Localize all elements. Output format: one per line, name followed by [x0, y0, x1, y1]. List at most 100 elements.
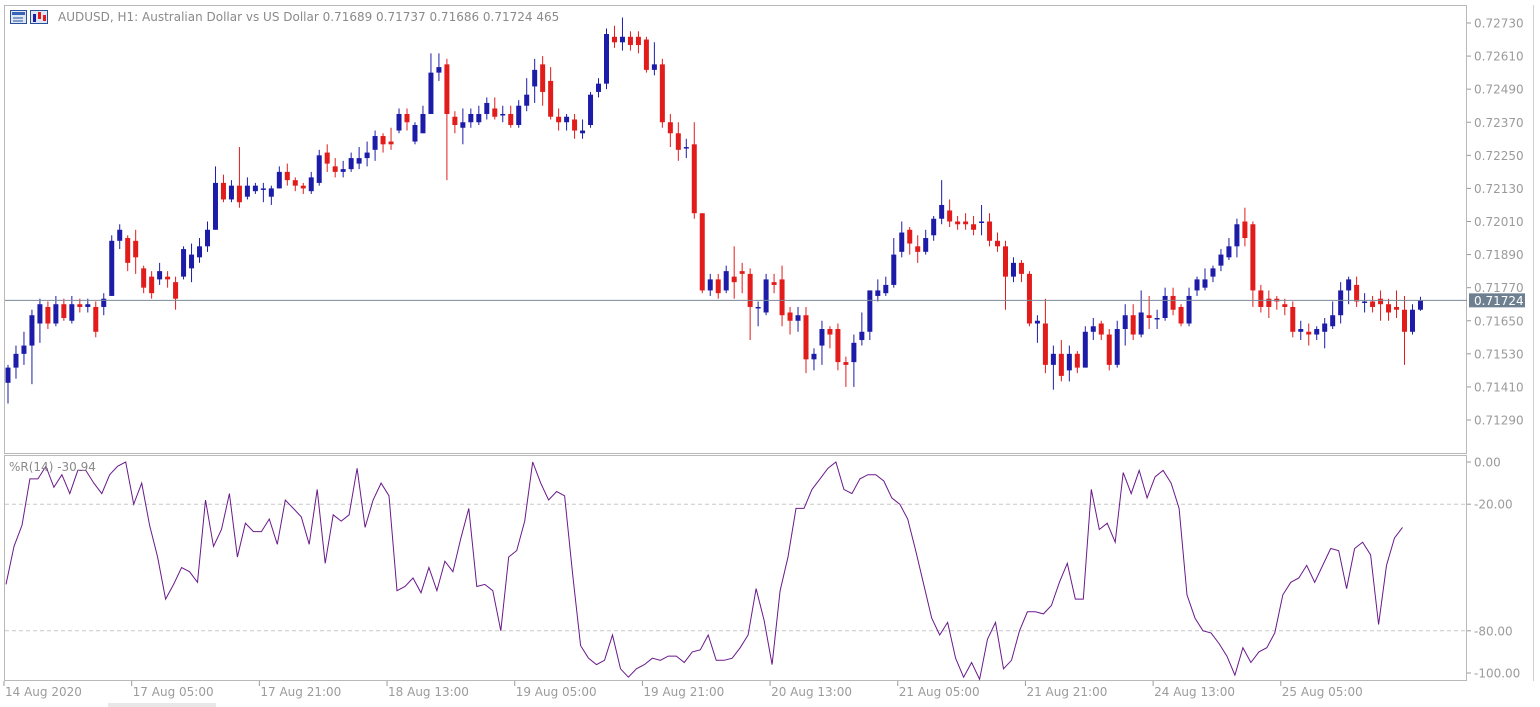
bear-candle-body: [731, 276, 737, 283]
bull-candle-body: [1202, 279, 1208, 288]
bear-candle-body: [963, 221, 969, 225]
bull-candle-body: [244, 185, 250, 197]
time-axis-label: 19 Aug 21:00: [643, 685, 724, 699]
bull-candle-body: [29, 315, 35, 346]
bull-candle-body: [979, 221, 985, 223]
chart-settings-icon[interactable]: [30, 10, 48, 24]
bear-candle-body: [627, 36, 633, 46]
bull-candle-body: [53, 304, 59, 324]
time-axis-label: 19 Aug 05:00: [516, 685, 597, 699]
bull-candle-body: [851, 342, 857, 363]
bear-candle-body: [787, 312, 793, 321]
bear-candle-body: [995, 240, 1001, 247]
bull-candle-body: [316, 155, 322, 183]
bear-candle-body: [1074, 353, 1080, 368]
bull-candle-body: [867, 290, 873, 332]
bear-candle-body: [1394, 306, 1400, 310]
bull-candle-body: [468, 113, 474, 123]
bull-candle-body: [619, 36, 625, 43]
bull-candle-body: [420, 113, 426, 134]
bear-candle-body: [611, 36, 617, 43]
price-axis-label: 0.72250: [1474, 149, 1524, 163]
bear-candle-body: [1098, 323, 1104, 335]
bear-candle-body: [292, 180, 298, 186]
bull-candle-body: [524, 94, 530, 106]
bull-candle-body: [268, 188, 274, 197]
bull-candle-body: [1066, 353, 1072, 371]
bull-candle-body: [707, 279, 713, 291]
bear-candle-body: [1146, 315, 1152, 318]
horizontal-scrollbar-thumb[interactable]: [108, 703, 216, 707]
price-axis-label: 0.71290: [1474, 414, 1524, 428]
bear-candle-body: [332, 166, 338, 172]
bull-candle-body: [931, 218, 937, 236]
bear-candle-body: [572, 119, 578, 131]
bear-candle-body: [125, 238, 131, 263]
price-axis-label: 0.71890: [1474, 248, 1524, 262]
bull-candle-body: [1154, 317, 1160, 320]
bull-candle-body: [372, 136, 378, 150]
price-axis-label: 0.72730: [1474, 17, 1524, 31]
bull-candle-body: [939, 204, 945, 219]
bear-candle-body: [492, 108, 498, 117]
bear-candle-body: [739, 271, 745, 274]
bear-candle-body: [1290, 306, 1296, 332]
bull-candle-body: [596, 83, 602, 92]
bull-candle-body: [588, 94, 594, 126]
bear-candle-body: [1026, 273, 1032, 324]
bear-candle-body: [1003, 246, 1008, 277]
price-axis-label: 0.72490: [1474, 83, 1524, 97]
bear-candle-body: [1306, 331, 1312, 335]
indicator-axis-label: -100.00: [1474, 667, 1520, 681]
time-axis-label: 20 Aug 13:00: [771, 685, 852, 699]
bull-candle-body: [1114, 329, 1120, 365]
time-axis-label: 14 Aug 2020: [5, 685, 82, 699]
bear-candle-body: [45, 306, 51, 324]
bear-candle-body: [1242, 221, 1248, 239]
bear-candle-body: [1178, 306, 1184, 324]
bear-candle-body: [77, 304, 83, 307]
bull-candle-body: [1226, 246, 1232, 258]
bear-candle-body: [1282, 304, 1288, 307]
bull-candle-body: [923, 238, 929, 252]
bear-candle-body: [803, 315, 809, 360]
bull-candle-body: [1010, 262, 1016, 277]
bear-candle-body: [771, 282, 777, 285]
bull-candle-body: [1138, 312, 1144, 335]
bear-candle-body: [236, 185, 242, 203]
chart-header: AUDUSD, H1: Australian Dollar vs US Doll…: [10, 10, 559, 24]
bear-candle-body: [380, 136, 386, 145]
chart-window-icon[interactable]: [10, 10, 27, 24]
last-price-label: 0.71724: [1474, 294, 1524, 308]
bear-candle-body: [1370, 301, 1376, 307]
bull-candle-body: [252, 185, 258, 192]
bull-candle-body: [899, 232, 905, 252]
bull-candle-body: [651, 64, 657, 70]
bull-candle-body: [1322, 323, 1328, 332]
bear-candle-body: [284, 171, 290, 181]
bear-candle-body: [971, 224, 977, 230]
bull-candle-body: [1409, 309, 1415, 332]
bull-candle-body: [1417, 300, 1423, 310]
bull-candle-body: [532, 69, 538, 87]
time-axis-label: 25 Aug 05:00: [1282, 685, 1363, 699]
bull-candle-body: [891, 254, 897, 285]
bear-candle-body: [1042, 323, 1048, 365]
bull-candle-body: [428, 72, 434, 114]
bear-candle-body: [667, 122, 673, 134]
bear-candle-body: [556, 116, 562, 123]
time-axis-label: 21 Aug 21:00: [1026, 685, 1107, 699]
bear-candle-body: [149, 276, 155, 294]
bear-candle-body: [452, 116, 458, 126]
time-axis-label: 21 Aug 05:00: [899, 685, 980, 699]
bear-candle-body: [1258, 290, 1264, 307]
bear-candle-body: [1354, 284, 1360, 302]
bear-candle-body: [444, 64, 450, 114]
bull-candle-body: [356, 158, 362, 164]
bear-candle-body: [324, 152, 330, 164]
time-axis-label: 18 Aug 13:00: [388, 685, 469, 699]
bull-candle-body: [436, 67, 442, 73]
bull-candle-body: [1338, 290, 1344, 316]
bull-candle-body: [1050, 353, 1056, 365]
indicator-axis-label: -80.00: [1474, 624, 1513, 638]
